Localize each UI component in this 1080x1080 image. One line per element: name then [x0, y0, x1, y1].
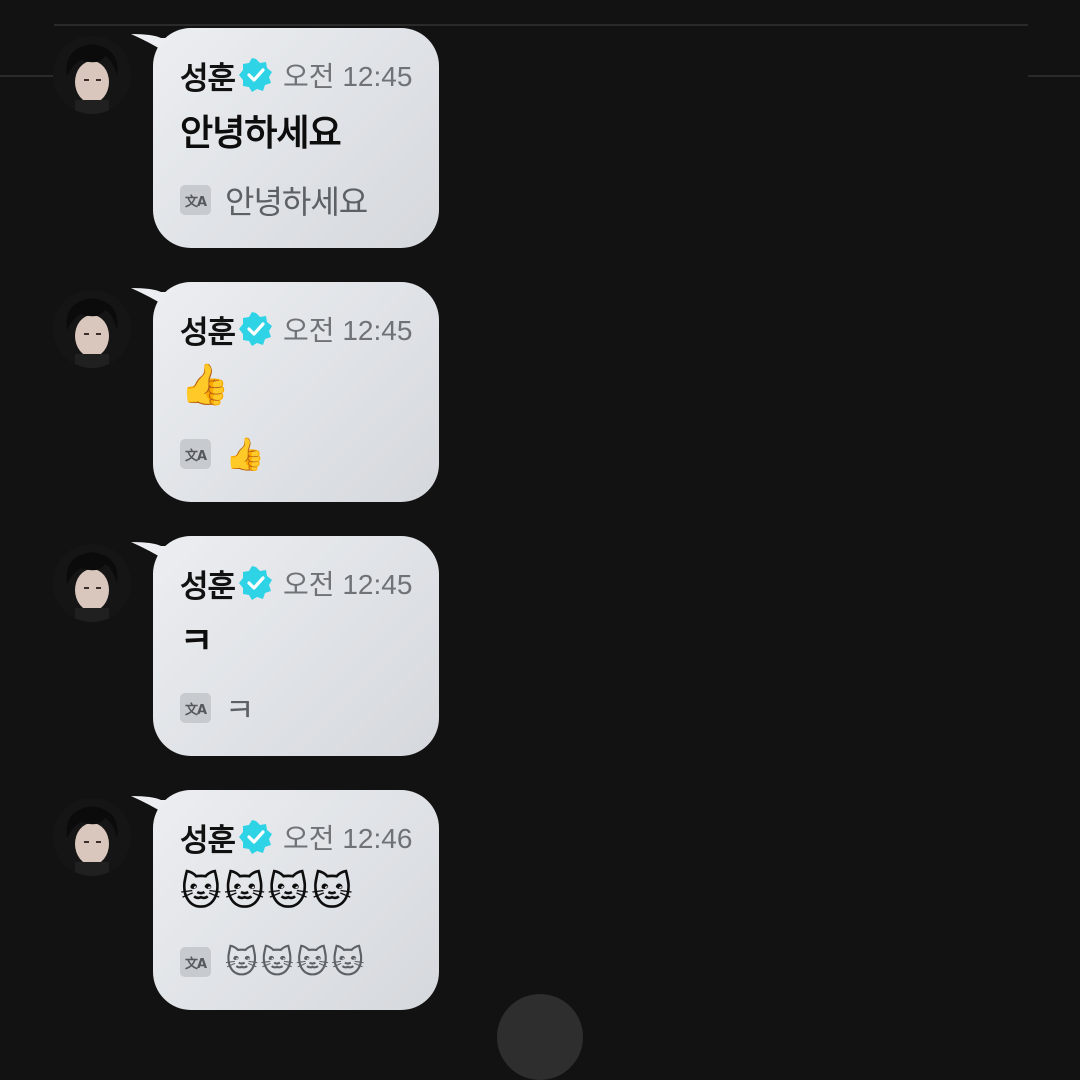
translate-icon[interactable]: 文A: [180, 947, 211, 977]
message-meta: 성훈 오전 12:45: [180, 558, 412, 608]
avatar[interactable]: [53, 798, 131, 876]
verified-check-icon: [239, 566, 273, 600]
message-text: 🐱🐱🐱🐱: [180, 869, 355, 915]
chat-message: 성훈 오전 12:45 ㅋ 文A ㅋ: [0, 536, 1080, 758]
message-meta: 성훈 오전 12:45: [180, 50, 412, 100]
avatar[interactable]: [53, 544, 131, 622]
translation-row: 文A ㅋ: [180, 686, 254, 730]
message-time: 오전 12:45: [283, 315, 413, 346]
message-text: 👍: [180, 361, 232, 408]
translation-row: 文A 👍: [180, 432, 267, 476]
message-meta: 성훈 오전 12:46: [180, 812, 412, 862]
message-time: 오전 12:46: [283, 823, 413, 854]
message-time: 오전 12:45: [283, 61, 413, 92]
chat-message: 성훈 오전 12:46 🐱🐱🐱🐱 文A 🐱🐱🐱🐱: [0, 790, 1080, 1012]
chat-message: 성훈 오전 12:45 👍 文A 👍: [0, 282, 1080, 504]
profile-avatar-icon: [53, 36, 131, 114]
verified-check-icon: [239, 58, 273, 92]
translation-text: ㅋ: [225, 691, 254, 729]
verified-check-icon: [239, 820, 273, 854]
sender-name: 성훈: [180, 568, 236, 605]
translation-text: 안녕하세요: [225, 183, 368, 221]
message-text: ㅋ: [180, 621, 213, 662]
sender-name: 성훈: [180, 314, 236, 351]
translate-icon[interactable]: 文A: [180, 185, 211, 215]
translation-text: 🐱🐱🐱🐱: [225, 943, 367, 981]
message-meta: 성훈 오전 12:45: [180, 304, 412, 354]
verified-check-icon: [239, 312, 273, 346]
message-text: 안녕하세요: [180, 113, 342, 154]
translation-row: 文A 안녕하세요: [180, 178, 368, 222]
avatar[interactable]: [53, 36, 131, 114]
translation-row: 文A 🐱🐱🐱🐱: [180, 940, 366, 984]
translate-icon[interactable]: 文A: [180, 439, 211, 469]
profile-avatar-icon: [53, 290, 131, 368]
message-time: 오전 12:45: [283, 569, 413, 600]
top-divider: [54, 24, 1028, 26]
profile-avatar-icon: [53, 544, 131, 622]
profile-avatar-icon: [53, 798, 131, 876]
translation-text: 👍: [225, 435, 267, 473]
sender-name: 성훈: [180, 822, 236, 859]
scroll-to-bottom-button[interactable]: [497, 994, 583, 1080]
translate-icon[interactable]: 文A: [180, 693, 211, 723]
avatar[interactable]: [53, 290, 131, 368]
sender-name: 성훈: [180, 60, 236, 97]
chat-message: 성훈 오전 12:45 안녕하세요 文A 안녕하세요: [0, 28, 1080, 250]
